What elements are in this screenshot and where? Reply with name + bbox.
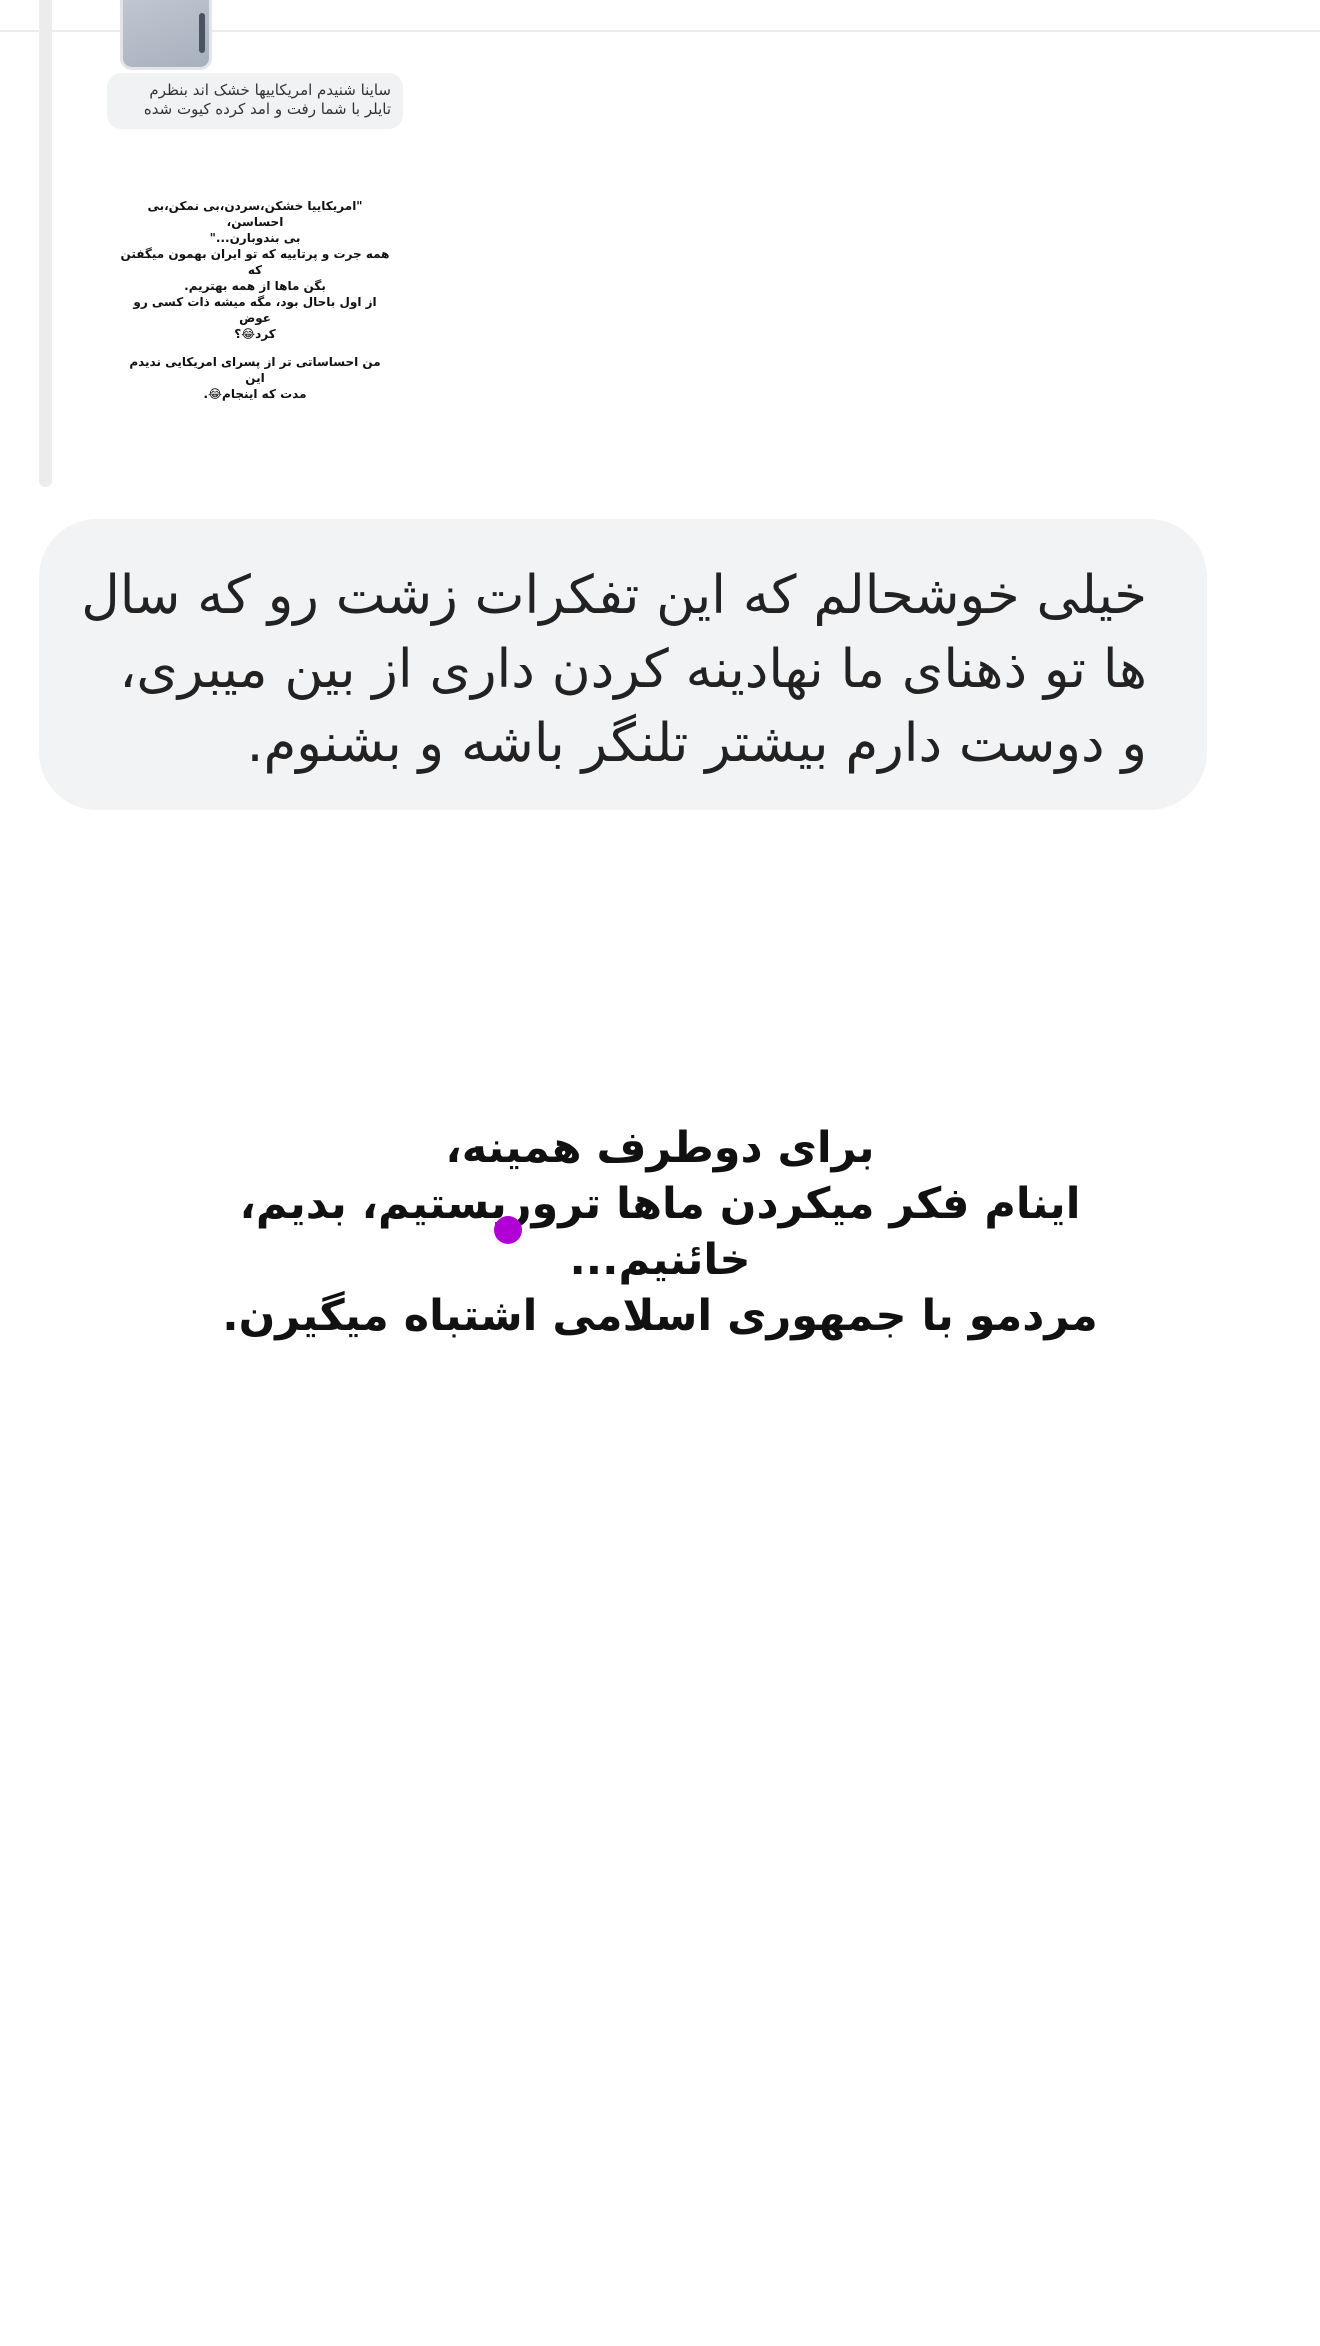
- message-bubble[interactable]: خیلی خوشحالم که این تفکرات زشت رو که سال…: [39, 519, 1207, 810]
- quoted-card-line: از اول باحال بود، مگه میشه ذات کسی رو عو…: [133, 295, 377, 325]
- quoted-media-thumbnail[interactable]: [120, 0, 212, 70]
- quoted-message-text: ساینا شنیدم امریکاییها خشک اند بنظرم تای…: [143, 81, 391, 118]
- story-caption-line: خائنیم...: [569, 1235, 751, 1285]
- quoted-card-line: بگن ماها از همه بهتریم.: [184, 279, 326, 293]
- quoted-card-line: کرد😂؟: [234, 327, 276, 341]
- thumbnail-figure: [199, 13, 205, 53]
- quoted-text-card[interactable]: "امریکاییا خشکن،سردن،بی نمکن،بی احساسن، …: [120, 198, 390, 401]
- quoted-card-line: "امریکاییا خشکن،سردن،بی نمکن،بی احساسن،: [147, 199, 363, 229]
- quoted-card-line: مدت که اینجام😂.: [203, 387, 307, 401]
- touch-cursor-dot: [494, 1216, 522, 1244]
- story-caption: برای دوطرف همینه، اینام فکر میکردن ماها …: [200, 1120, 1120, 1344]
- message-text: خیلی خوشحالم که این تفکرات زشت رو که سال…: [81, 565, 1147, 774]
- quoted-card-line: همه جرت و پرتاییه که تو ایران بهمون میگف…: [120, 247, 390, 277]
- story-caption-line: برای دوطرف همینه،: [445, 1123, 875, 1173]
- card-spacer: [120, 342, 390, 354]
- quoted-card-line: من احساساتی تر از پسرای امریکایی ندیدم ا…: [129, 355, 381, 385]
- story-caption-line: اینام فکر میکردن ماها تروریستیم، بدیم،: [239, 1179, 1081, 1229]
- story-caption-line: مردمو با جمهوری اسلامی اشتباه میگیرن.: [222, 1291, 1098, 1341]
- reply-thread-bar: [39, 0, 52, 487]
- quoted-card-line: بی بندوبارن...": [209, 231, 301, 245]
- quoted-message-bubble[interactable]: ساینا شنیدم امریکاییها خشک اند بنظرم تای…: [107, 73, 403, 129]
